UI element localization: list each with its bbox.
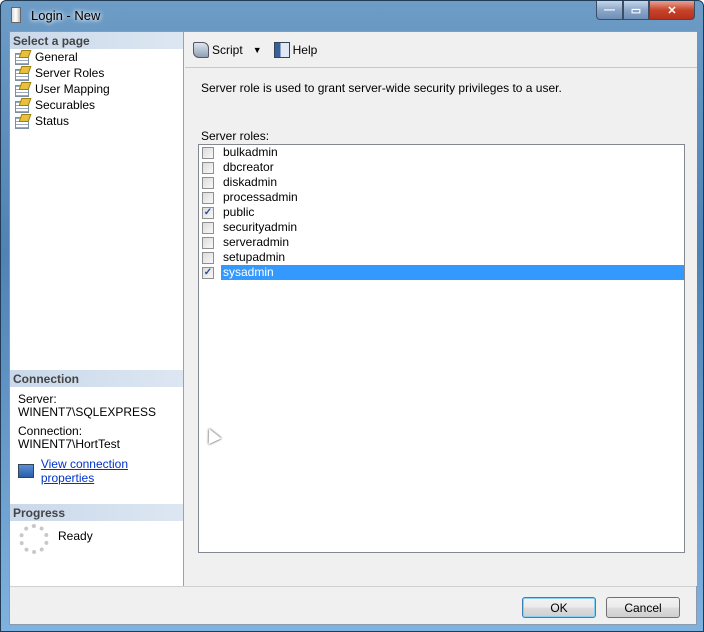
role-row-processadmin[interactable]: processadmin — [199, 190, 684, 205]
role-row-public[interactable]: ✓ public — [199, 205, 684, 220]
role-name: securityadmin — [223, 220, 298, 234]
progress-status: Ready — [58, 529, 93, 543]
role-checkbox[interactable] — [202, 191, 214, 204]
cancel-button[interactable]: Cancel — [606, 597, 680, 618]
login-new-window: Login - New — ▭ ✕ Select a page General … — [0, 0, 704, 632]
dialog-client: Select a page General Server Roles User … — [9, 31, 697, 625]
sidebar-item-securables[interactable]: Securables — [10, 97, 183, 113]
role-checkbox[interactable] — [202, 176, 214, 189]
role-name: setupadmin — [223, 250, 286, 264]
role-name: processadmin — [223, 190, 298, 204]
role-row-bulkadmin[interactable]: bulkadmin — [199, 145, 684, 160]
help-label: Help — [292, 42, 318, 57]
role-checkbox[interactable]: ✓ — [202, 206, 214, 219]
help-icon — [273, 41, 290, 58]
role-checkbox[interactable] — [202, 146, 214, 159]
script-dropdown-icon[interactable]: ▼ — [253, 45, 262, 55]
main-pane: Script ▼ Help Server role is used to gra… — [185, 32, 697, 586]
role-checkbox[interactable] — [202, 236, 214, 249]
role-row-setupadmin[interactable]: setupadmin — [199, 250, 684, 265]
sidebar-item-status[interactable]: Status — [10, 113, 183, 129]
role-name: bulkadmin — [223, 145, 278, 159]
page-icon — [14, 66, 30, 81]
role-row-securityadmin[interactable]: securityadmin — [199, 220, 684, 235]
script-icon — [193, 41, 209, 58]
maximize-button[interactable]: ▭ — [623, 1, 649, 20]
sidebar-item-general[interactable]: General — [10, 49, 183, 65]
progress-spinner-icon — [19, 524, 49, 554]
sidebar-item-label: User Mapping — [35, 82, 110, 96]
role-name: serveradmin — [223, 235, 290, 249]
server-roles-list[interactable]: bulkadmin dbcreator diskadmin processadm… — [198, 144, 685, 553]
page-icon — [14, 114, 30, 129]
connection-section: Connection Server: WINENT7\SQLEXPRESS Co… — [10, 370, 183, 485]
page-description: Server role is used to grant server-wide… — [201, 81, 562, 95]
page-icon — [14, 82, 30, 97]
role-name: diskadmin — [223, 175, 278, 189]
role-name: dbcreator — [223, 160, 274, 174]
sidebar-item-user-mapping[interactable]: User Mapping — [10, 81, 183, 97]
role-checkbox[interactable]: ✓ — [202, 266, 214, 279]
sidebar-item-label: Securables — [35, 98, 96, 112]
window-icon — [11, 7, 21, 23]
connection-properties-icon — [18, 464, 34, 478]
sidebar-item-label: Status — [35, 114, 70, 128]
connection-info: Connection: WINENT7\HortTest — [10, 419, 183, 451]
select-page-header: Select a page — [10, 32, 183, 49]
connection-value: WINENT7\HortTest — [18, 437, 121, 451]
progress-section: Progress Ready — [10, 504, 183, 554]
role-row-serveradmin[interactable]: serveradmin — [199, 235, 684, 250]
script-label: Script — [212, 42, 243, 57]
ok-button[interactable]: OK — [522, 597, 596, 618]
server-info: Server: WINENT7\SQLEXPRESS — [10, 387, 183, 419]
close-button[interactable]: ✕ — [649, 1, 695, 20]
connection-header: Connection — [10, 370, 183, 387]
role-checkbox[interactable] — [202, 251, 214, 264]
button-bar: OK Cancel — [10, 586, 696, 624]
sidebar-item-server-roles[interactable]: Server Roles — [10, 65, 183, 81]
role-row-diskadmin[interactable]: diskadmin — [199, 175, 684, 190]
script-button[interactable]: Script — [193, 41, 243, 58]
role-checkbox[interactable] — [202, 161, 214, 174]
progress-header: Progress — [10, 504, 183, 521]
page-icon — [14, 50, 30, 65]
role-name: sysadmin — [221, 265, 684, 280]
role-name: public — [223, 205, 255, 219]
view-connection-properties-link[interactable]: View connection properties — [41, 457, 183, 485]
window-title: Login - New — [31, 8, 101, 23]
minimize-button[interactable]: — — [596, 1, 623, 20]
server-roles-label: Server roles: — [201, 129, 270, 143]
help-button[interactable]: Help — [273, 41, 318, 58]
sidebar-item-label: Server Roles — [35, 66, 105, 80]
page-icon — [14, 98, 30, 113]
role-row-dbcreator[interactable]: dbcreator — [199, 160, 684, 175]
page-list: General Server Roles User Mapping Secura… — [10, 49, 183, 129]
left-pane: Select a page General Server Roles User … — [10, 32, 184, 586]
role-row-sysadmin[interactable]: ✓ sysadmin — [199, 265, 684, 280]
title-bar[interactable]: Login - New — ▭ ✕ — [1, 1, 703, 31]
toolbar: Script ▼ Help — [185, 32, 697, 68]
server-value: WINENT7\SQLEXPRESS — [18, 405, 157, 419]
sidebar-item-label: General — [35, 50, 78, 64]
role-checkbox[interactable] — [202, 221, 214, 234]
